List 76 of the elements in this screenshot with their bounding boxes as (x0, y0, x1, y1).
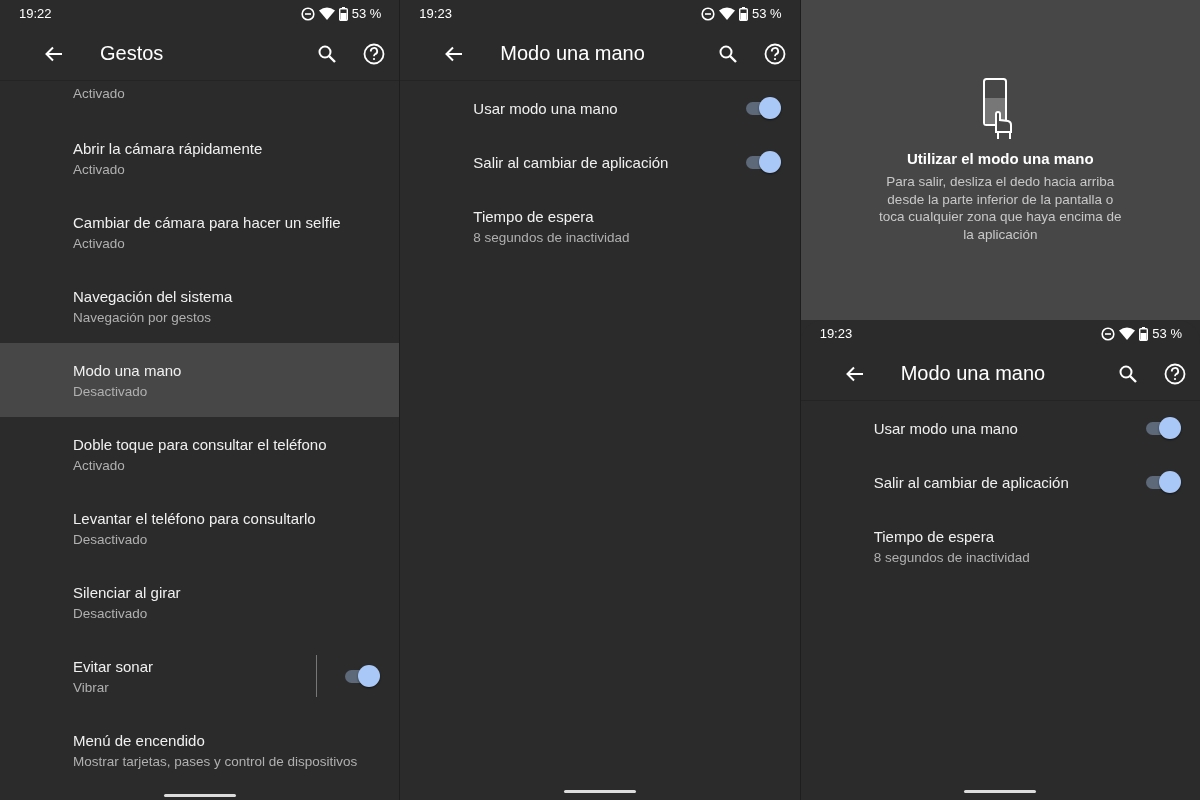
gesture-bar[interactable] (964, 790, 1037, 793)
settings-row[interactable]: Tiempo de espera 8 segundos de inactividad (800, 509, 1200, 583)
setting-summary: Desactivado (73, 531, 149, 547)
setting-title: Levantar el teléfono para consultarlo (73, 509, 317, 527)
search-button[interactable] (317, 43, 338, 64)
settings-row[interactable]: Salir al cambiar de aplicación (800, 455, 1200, 509)
settings-row[interactable]: Abrir la cámara rápidamente Activado (0, 121, 400, 195)
help-button[interactable] (763, 42, 786, 65)
toggle-switch[interactable] (745, 96, 780, 120)
toggle-switch[interactable] (1146, 416, 1180, 440)
settings-row[interactable]: Modo una mano Desactivado (0, 343, 400, 417)
setting-summary: Navegación por gestos (73, 309, 213, 325)
battery-icon (338, 6, 348, 21)
settings-row[interactable]: Navegación del sistema Navegación por gestos (0, 269, 400, 343)
setting-summary: 8 segundos de inactividad (473, 229, 631, 245)
setting-title: Modo una mano (73, 361, 183, 379)
gesture-bar[interactable] (163, 794, 236, 797)
battery-icon (739, 6, 748, 21)
setting-title: Abrir la cámara rápidamente (73, 139, 264, 157)
screen-title: Gestos (100, 42, 165, 65)
status-time: 19:22 (19, 6, 52, 21)
settings-row[interactable]: Activado (0, 81, 400, 121)
settings-row[interactable]: Cambiar de cámara para hacer un selfie Activado (0, 195, 400, 269)
overlay-title: Utilizar el modo una mano (906, 150, 1094, 167)
setting-title: Salir al cambiar de aplicación (873, 473, 1070, 491)
settings-row[interactable]: Evitar sonar Vibrar (0, 639, 400, 713)
toggle-switch[interactable] (1146, 470, 1180, 494)
setting-title: Navegación del sistema (73, 287, 234, 305)
setting-summary: Activado (73, 235, 126, 251)
toggle-switch[interactable] (745, 150, 780, 174)
battery-percentage: 53 % (351, 6, 382, 21)
do-not-disturb-icon (300, 6, 315, 21)
do-not-disturb-icon (1101, 326, 1116, 341)
help-button[interactable] (1164, 362, 1186, 385)
setting-title: Doble toque para consultar el teléfono (73, 435, 328, 453)
setting-summary: Activado (73, 86, 126, 101)
help-button[interactable] (363, 42, 386, 65)
settings-row[interactable]: Tiempo de espera 8 segundos de inactividad (400, 189, 800, 263)
screen-title: Modo una mano (500, 42, 646, 65)
settings-row[interactable]: Usar modo una mano (800, 401, 1200, 455)
search-button[interactable] (717, 43, 738, 64)
battery-percentage: 53 % (1152, 326, 1182, 341)
setting-title: Silenciar al girar (73, 583, 182, 601)
wifi-icon (318, 7, 335, 20)
do-not-disturb-icon (701, 6, 715, 21)
settings-row[interactable]: Silenciar al girar Desactivado (0, 565, 400, 639)
settings-row[interactable]: Menú de encendido Mostrar tarjetas, pases y control de dispositivos (0, 713, 400, 787)
setting-title: Menú de encendido (73, 731, 206, 749)
search-button[interactable] (1118, 363, 1138, 384)
overlay-description: Para salir, desliza el dedo hacia arriba desde la parte inferior de la pantalla o toca cualquier zona que haya encima de la aplicación (878, 173, 1123, 243)
setting-summary: Mostrar tarjetas, pases y control de dispositivos (73, 753, 359, 769)
setting-title: Tiempo de espera (873, 527, 995, 545)
status-time: 19:23 (419, 6, 452, 21)
wifi-icon (719, 7, 735, 20)
screen-title: Modo una mano (900, 362, 1047, 385)
setting-title: Usar modo una mano (473, 99, 619, 117)
battery-percentage: 53 % (752, 6, 782, 21)
settings-row[interactable]: Salir al cambiar de aplicación (400, 135, 800, 189)
settings-row[interactable]: Doble toque para consultar el teléfono Activado (0, 417, 400, 491)
setting-summary: 8 segundos de inactividad (873, 549, 1031, 565)
setting-summary: Desactivado (73, 383, 149, 399)
settings-row[interactable]: Usar modo una mano (400, 81, 800, 135)
setting-title: Usar modo una mano (873, 419, 1019, 437)
battery-icon (1139, 326, 1149, 341)
setting-title: Evitar sonar (73, 657, 155, 675)
setting-title: Tiempo de espera (473, 207, 595, 225)
wifi-icon (1119, 327, 1136, 340)
setting-summary: Vibrar (73, 679, 110, 695)
settings-row[interactable]: Levantar el teléfono para consultarlo Desactivado (0, 491, 400, 565)
setting-summary: Activado (73, 161, 126, 177)
setting-title: Salir al cambiar de aplicación (473, 153, 670, 171)
status-time: 19:23 (819, 326, 853, 341)
toggle-switch[interactable] (345, 664, 380, 688)
setting-summary: Activado (73, 457, 126, 473)
setting-summary: Desactivado (73, 605, 149, 621)
setting-title: Cambiar de cámara para hacer un selfie (73, 213, 342, 231)
